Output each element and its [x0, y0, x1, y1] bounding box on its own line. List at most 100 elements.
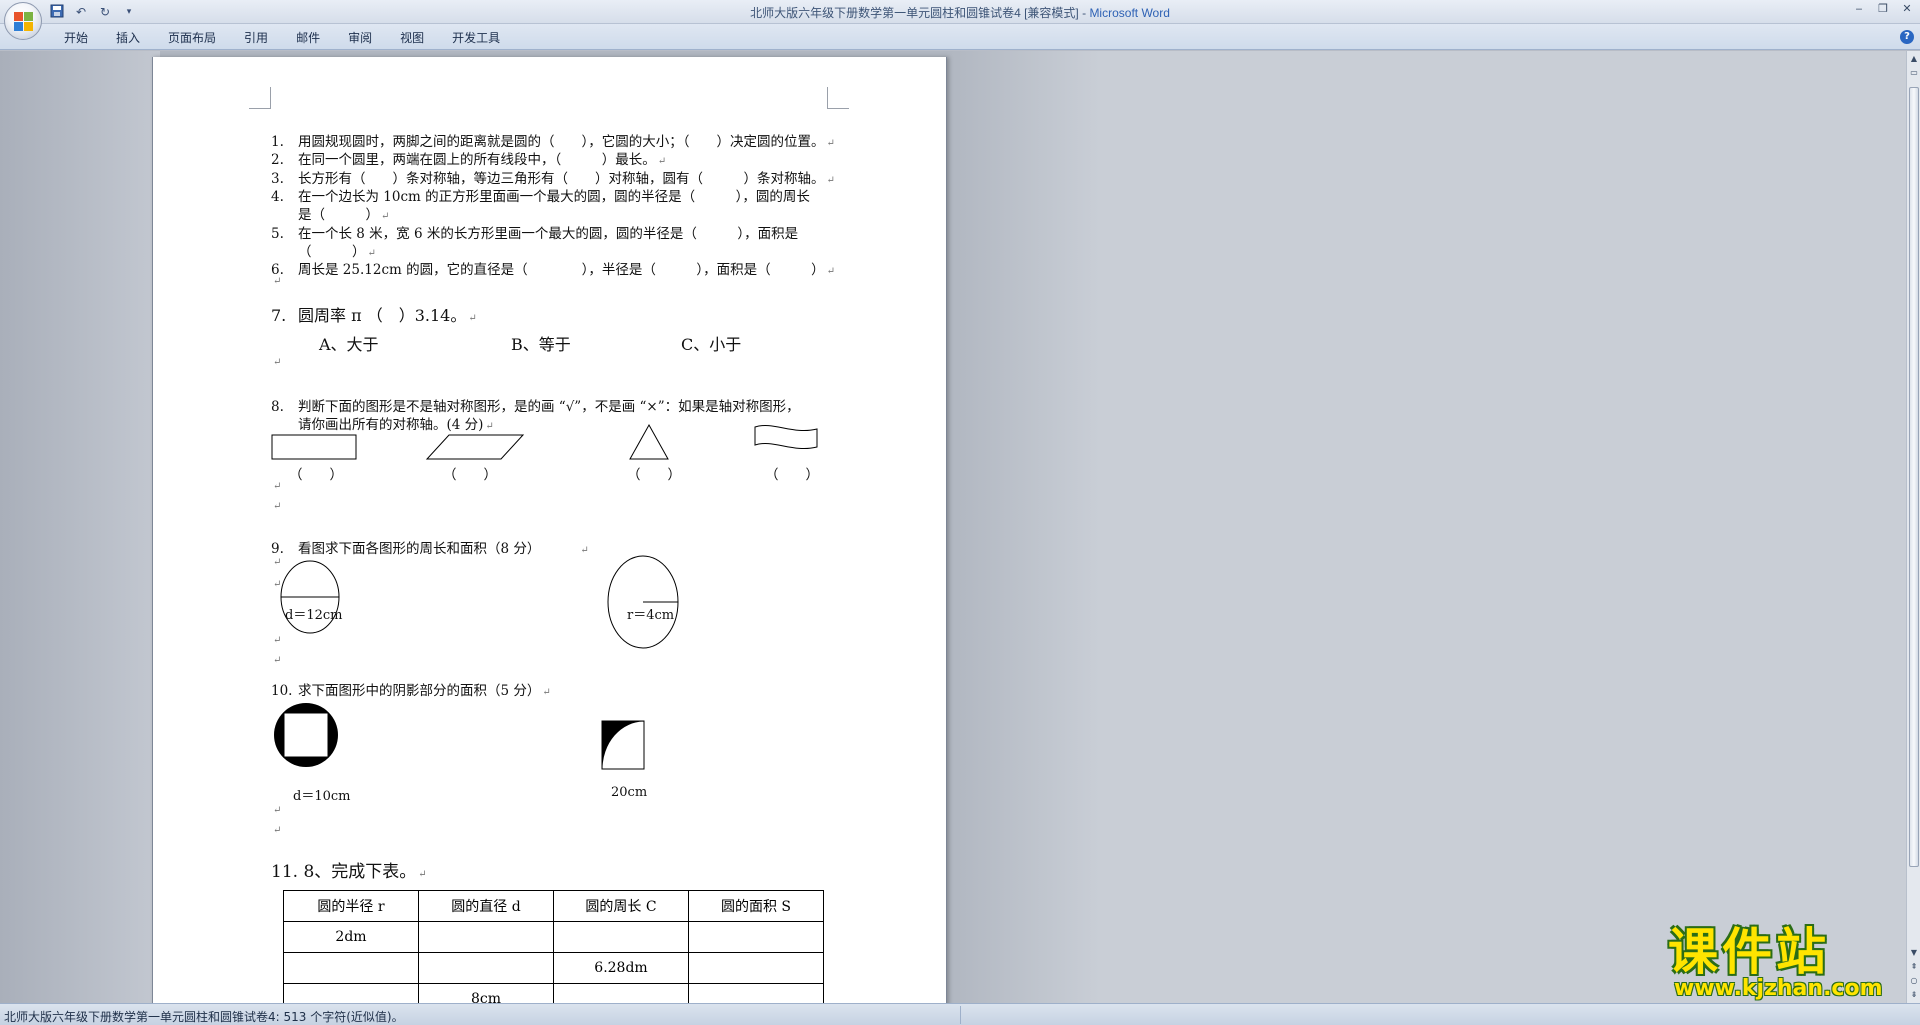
table-header-cell[interactable]: 圆的周长 C [553, 890, 689, 922]
option-a: A、大于 [319, 335, 379, 354]
title-bar: ↶ ↻ ▾ 北师大版六年级下册数学第一单元圆柱和圆锥试卷4 [兼容模式] - M… [0, 0, 1920, 24]
question-number: 5. [271, 226, 284, 242]
question-10: 10. 求下面图形中的阴影部分的面积（5 分） ↵ [271, 683, 551, 699]
table-cell[interactable] [688, 921, 824, 953]
table-cell[interactable]: 2dm [283, 921, 419, 953]
question-number: 4. [271, 189, 284, 205]
minimize-icon[interactable]: ‒ [1852, 2, 1866, 16]
question-number: 2. [271, 152, 284, 168]
question-number: 7. [271, 306, 287, 325]
question-3: 3. 长方形有（ ）条对称轴，等边三角形有（ ）对称轴，圆有（ ）条对称轴。 ↵ [271, 171, 835, 187]
office-button[interactable] [4, 2, 42, 40]
question-number: 9. [271, 541, 284, 557]
table-row: 2dm [283, 921, 824, 953]
question-text: 在同一个圆里，两端在圆上的所有线段中，（ ）最长。 [298, 152, 656, 168]
table-header-cell[interactable]: 圆的直径 d [418, 890, 554, 922]
tab-developer[interactable]: 开发工具 [438, 29, 514, 47]
document-workspace: 1. 用圆规现圆时，两脚之间的距离就是圆的（ ），它圆的大小；（ ）决定圆的位置。… [0, 51, 1906, 1003]
ruler-toggle-icon[interactable]: ▭ [1908, 67, 1920, 79]
paragraph-mark: ↵ [273, 501, 282, 512]
shaded-square-arc-figure [601, 720, 645, 770]
answer-blank: （ ） [289, 467, 343, 483]
table-cell[interactable] [553, 983, 689, 1003]
side-length-label: 20cm [611, 785, 648, 800]
paragraph-mark: ↵ [273, 655, 282, 666]
circle-radius-figure [607, 555, 679, 649]
table-cell[interactable] [283, 983, 419, 1003]
diameter-label: d＝10cm [293, 789, 351, 804]
paragraph-mark: ↵ [273, 276, 282, 287]
tab-references[interactable]: 引用 [230, 29, 282, 47]
status-text: 北师大版六年级下册数学第一单元圆柱和圆锥试卷4: 513 个字符(近似值)。 [4, 1010, 404, 1024]
shaded-circle-square-figure [274, 703, 338, 767]
document-body: 1. 用圆规现圆时，两脚之间的距离就是圆的（ ），它圆的大小；（ ）决定圆的位置。… [153, 57, 948, 1003]
question-text: 周长是 25.12cm 的圆，它的直径是（ ），半径是（ ），面积是（ ） [298, 262, 825, 278]
completion-table: 圆的半径 r 圆的直径 d 圆的周长 C 圆的面积 S 2dm 6.28dm 8… [283, 890, 824, 1003]
table-cell[interactable] [553, 921, 689, 953]
paragraph-mark: ↵ [273, 825, 282, 836]
maximize-icon[interactable]: ❐ [1876, 2, 1890, 16]
tab-home[interactable]: 开始 [50, 29, 102, 47]
wave-flag-shape [754, 425, 818, 449]
option-c: C、小于 [681, 335, 742, 354]
table-cell[interactable] [418, 952, 554, 984]
table-header-cell[interactable]: 圆的面积 S [688, 890, 824, 922]
question-number: 8. [271, 399, 284, 415]
tab-view[interactable]: 视图 [386, 29, 438, 47]
window-controls: ‒ ❐ ✕ [1852, 2, 1914, 16]
scroll-up-icon[interactable]: ▲ [1908, 53, 1920, 65]
scrollbar-thumb[interactable] [1909, 87, 1919, 867]
vertical-scrollbar[interactable]: ▲ ▭ ▼ ⇞ ○ ⇟ [1906, 51, 1920, 1003]
table-cell[interactable] [688, 983, 824, 1003]
scroll-down-icon[interactable]: ▼ [1908, 947, 1920, 959]
question-4: 4. 在一个边长为 10cm 的正方形里面画一个最大的圆，圆的半径是（ ），圆的周… [271, 185, 810, 205]
tab-insert[interactable]: 插入 [102, 29, 154, 47]
paragraph-mark: ↵ [273, 557, 282, 568]
question-7: 7. 圆周率 π （ ）3.14。 ↵ [271, 306, 477, 325]
tab-mailings[interactable]: 邮件 [282, 29, 334, 47]
question-5: 5. 在一个长 8 米，宽 6 米的长方形里画一个最大的圆，圆的半径是（ ），面积… [271, 222, 798, 242]
select-browse-object-icon[interactable]: ○ [1908, 975, 1920, 987]
question-5-continued: （ ） ↵ [298, 244, 376, 260]
table-cell[interactable]: 8cm [418, 983, 554, 1003]
question-text: 11. 8、完成下表。 [271, 862, 417, 882]
watermark-url: www.kjzhan.com [1674, 976, 1883, 1001]
status-divider [960, 1006, 961, 1024]
document-page[interactable]: 1. 用圆规现圆时，两脚之间的距离就是圆的（ ），它圆的大小；（ ）决定圆的位置。… [152, 57, 947, 1003]
circle-diameter-figure [280, 560, 340, 634]
table-cell[interactable] [688, 952, 824, 984]
table-cell[interactable] [283, 952, 419, 984]
diameter-label: d＝12cm [285, 608, 343, 623]
rectangle-shape [271, 434, 357, 460]
tab-review[interactable]: 审阅 [334, 29, 386, 47]
paragraph-mark: ↵ [273, 579, 282, 590]
next-page-icon[interactable]: ⇟ [1908, 989, 1920, 1001]
question-6: 6. 周长是 25.12cm 的圆，它的直径是（ ），半径是（ ），面积是（ ） ↵ [271, 262, 835, 278]
question-8: 8. 判断下面的图形是不是轴对称图形，是的画 “√”，不是画 “×”：如果是轴对称… [271, 395, 800, 415]
answer-blank: （ ） [627, 467, 681, 483]
paragraph-mark: ↵ [273, 805, 282, 816]
status-bar: 北师大版六年级下册数学第一单元圆柱和圆锥试卷4: 513 个字符(近似值)。 [0, 1003, 1920, 1025]
question-2: 2. 在同一个圆里，两端在圆上的所有线段中，（ ）最长。 ↵ [271, 152, 667, 168]
question-text: 圆周率 π （ ）3.14。 [298, 306, 467, 325]
previous-page-icon[interactable]: ⇞ [1908, 961, 1920, 973]
close-icon[interactable]: ✕ [1900, 2, 1914, 16]
paragraph-mark: ↵ [273, 357, 282, 368]
radius-label: r＝4cm [627, 608, 675, 623]
table-row: 6.28dm [283, 952, 824, 984]
office-logo-icon [14, 12, 34, 32]
question-text: 是（ ） [298, 207, 379, 223]
answer-blank: （ ） [765, 467, 819, 483]
watermark-text: 课件站 [1668, 923, 1830, 981]
table-cell[interactable] [418, 921, 554, 953]
table-cell[interactable]: 6.28dm [553, 952, 689, 984]
paragraph-mark: ↵ [273, 481, 282, 492]
question-9: 9. 看图求下面各图形的周长和面积（8 分） ↵ [271, 541, 589, 557]
watermark-logo: 课件站 www.kjzhan.com [1668, 923, 1904, 1001]
triangle-shape [629, 423, 669, 460]
table-header-cell[interactable]: 圆的半径 r [283, 890, 419, 922]
table-row: 8cm [283, 983, 824, 1003]
help-icon[interactable]: ? [1900, 30, 1914, 44]
tab-page-layout[interactable]: 页面布局 [154, 29, 230, 47]
paragraph-mark: ↵ [273, 635, 282, 646]
